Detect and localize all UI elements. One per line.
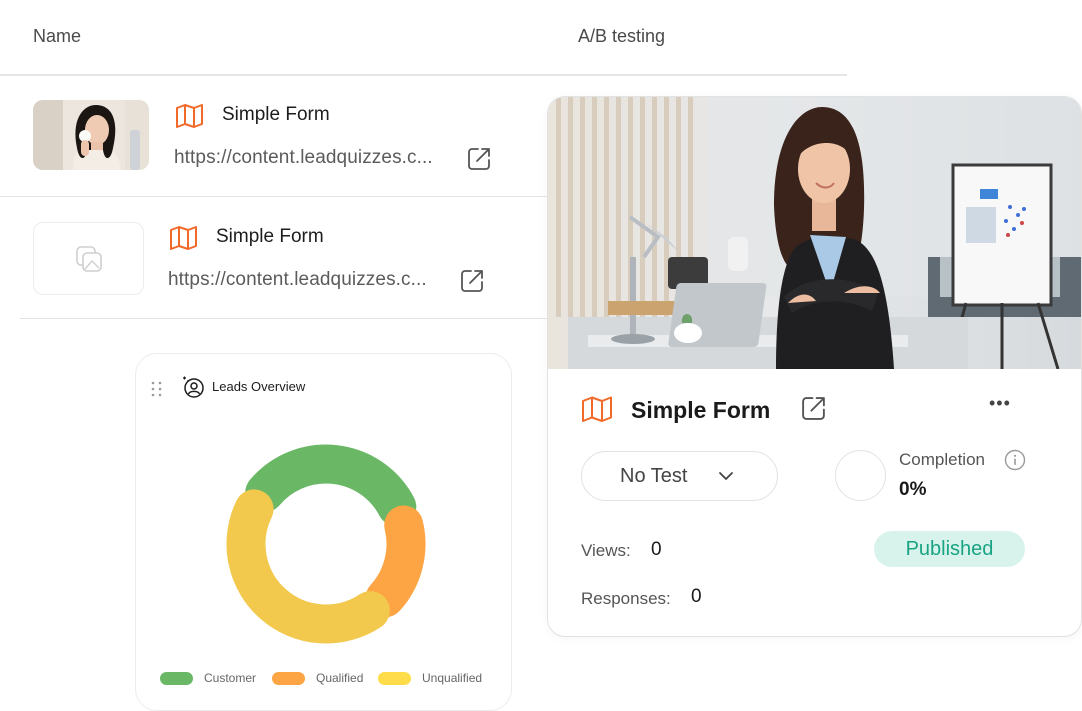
map-icon [169,225,199,251]
form-cover-image [548,97,1081,369]
views-label: Views: [581,541,631,560]
map-icon [581,395,613,423]
completion-label: Completion [899,450,985,469]
form-title[interactable]: Simple Form [216,226,324,248]
donut-slice-qualified [365,505,426,618]
form-thumbnail-empty [33,222,144,295]
leads-donut-chart [226,444,426,644]
info-icon[interactable] [1004,449,1026,471]
placeholder-image-icon [75,245,102,272]
drag-handle-icon[interactable] [150,380,164,398]
ab-test-select-value: No Test [620,465,688,487]
status-badge: Published [874,531,1025,567]
form-url[interactable]: https://content.leadquizzes.c... [168,269,427,291]
legend-label-customer: Customer [204,671,257,685]
legend-label-qualified: Qualified [316,671,364,685]
form-thumbnail [33,100,149,170]
form-url[interactable]: https://content.leadquizzes.c... [174,147,433,169]
leads-overview-card: Leads Overview Customer Qualified Unqual… [135,353,512,711]
donut-slice-unqualified [226,489,390,644]
businesswoman-office-photo [548,97,1081,369]
completion-progress-ring [835,450,886,501]
legend-label-unqualified: Unqualified [422,671,483,685]
chevron-down-icon [717,467,735,485]
row-divider [20,318,560,319]
table-row[interactable]: Simple Form https://content.leadquizzes.… [20,197,560,317]
views-value: 0 [651,539,662,560]
ab-test-select[interactable]: No Test [581,451,778,501]
more-options-icon[interactable]: ••• [989,393,1011,414]
external-link-icon[interactable] [800,395,827,422]
leads-user-icon [181,375,205,399]
legend-swatch-qualified [272,672,305,685]
chart-legend: Customer Qualified Unqualified [160,670,500,692]
legend-swatch-unqualified [378,672,411,685]
map-icon [175,103,205,129]
form-card[interactable]: Simple Form ••• No Test Completion 0% Vi… [547,96,1082,637]
woman-skincare-photo [33,100,149,170]
external-link-icon[interactable] [459,268,485,294]
external-link-icon[interactable] [466,146,492,172]
form-card-title[interactable]: Simple Form [631,397,770,424]
completion-value: 0% [899,479,927,500]
responses-value: 0 [691,586,702,607]
leads-overview-title: Leads Overview [212,379,306,394]
table-row[interactable]: Simple Form https://content.leadquizzes.… [0,76,560,196]
responses-label: Responses: [581,589,671,608]
column-header-name: Name [33,26,82,46]
donut-slice-customer [245,444,417,527]
legend-swatch-customer [160,672,193,685]
form-title[interactable]: Simple Form [222,104,330,126]
column-header-ab-testing: A/B testing [578,26,666,46]
